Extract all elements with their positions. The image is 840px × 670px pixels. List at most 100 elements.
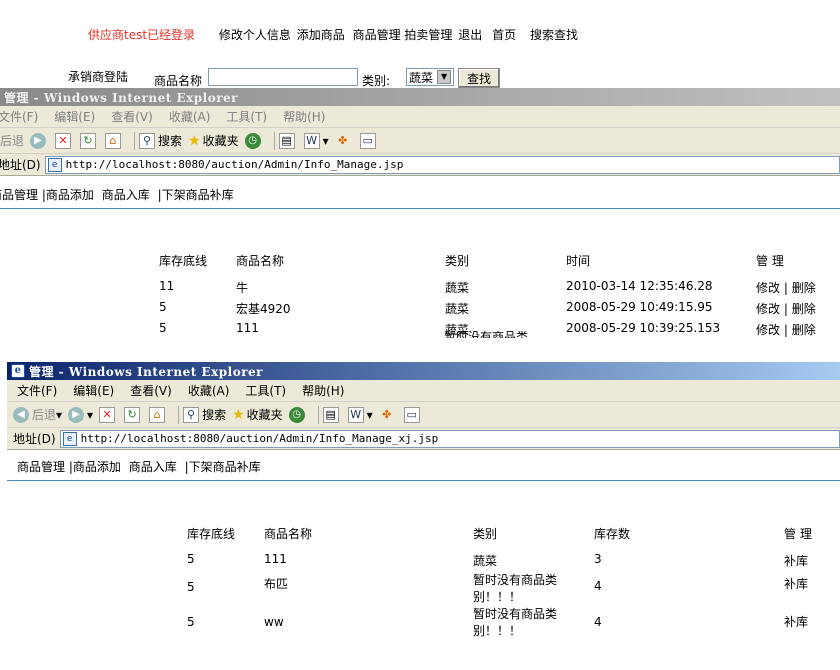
refresh-icon: ↻: [124, 406, 141, 423]
delete-link[interactable]: 删除: [792, 302, 816, 316]
research-button[interactable]: ▭: [403, 406, 423, 423]
restock-link[interactable]: 补库: [784, 577, 808, 591]
menu-edit[interactable]: 编辑(E): [54, 108, 95, 125]
search-button[interactable]: 查找: [458, 68, 501, 88]
menu-tools[interactable]: 工具(T): [226, 108, 267, 125]
messenger-button[interactable]: ✤: [379, 407, 398, 423]
back-button[interactable]: 后退: [0, 132, 24, 149]
history-icon: ◷: [244, 132, 261, 149]
refresh-button[interactable]: ↻: [124, 406, 143, 423]
stop-button[interactable]: ✕: [55, 132, 74, 149]
nav-home[interactable]: 首页: [492, 28, 516, 42]
delete-link[interactable]: 删除: [792, 323, 816, 337]
research-button[interactable]: ▭: [359, 132, 379, 149]
menu-help[interactable]: 帮助(H): [283, 108, 325, 125]
table-row: 11 牛 蔬菜 2010-03-14 12:35:46.28 修改 | 删除: [159, 279, 816, 300]
nav-goods-add[interactable]: |商品添加: [42, 188, 94, 202]
history-button[interactable]: ◷: [244, 132, 264, 149]
address-input[interactable]: e http://localhost:8080/auction/Admin/In…: [59, 429, 840, 448]
cell-min: 5: [187, 580, 195, 594]
nav-search[interactable]: 搜索查找: [530, 28, 578, 42]
name-input[interactable]: [208, 68, 358, 86]
cell-time: 2008-05-29 10:39:25.153: [566, 321, 721, 335]
favorites-button[interactable]: ★ 收藏夹: [232, 406, 283, 423]
cell-time: 2008-05-29 10:49:15.95: [566, 300, 713, 314]
window-titlebar[interactable]: 管理 - Windows Internet Explorer: [0, 88, 840, 106]
messenger-icon: ✤: [338, 134, 348, 147]
back-button[interactable]: ◀ 后退 ▾: [13, 406, 62, 423]
restock-link[interactable]: 补库: [784, 615, 808, 629]
goods-table: 库存底线 商品名称 类别 时间 管 理 11 牛 蔬菜 2010-03-14 1…: [159, 252, 816, 342]
nav-divider: [0, 208, 840, 209]
menu-favorites[interactable]: 收藏(A): [169, 108, 211, 125]
favorites-button[interactable]: ★ 收藏夹: [188, 132, 239, 149]
search-toolbar-button[interactable]: ⚲ 搜索: [183, 406, 226, 423]
nav-goods-stock-in[interactable]: 商品入库: [129, 460, 177, 474]
print-button[interactable]: ▤: [278, 132, 298, 149]
nav-goods-manage[interactable]: 商品管理: [353, 28, 401, 42]
nav-logout[interactable]: 退出: [458, 28, 482, 42]
window-titlebar[interactable]: e 管理 - Windows Internet Explorer: [7, 362, 840, 380]
forward-button[interactable]: ▶: [30, 132, 49, 149]
menu-tools[interactable]: 工具(T): [245, 382, 286, 399]
word-button[interactable]: W ▾: [303, 132, 329, 149]
forward-button[interactable]: ▶ ▾: [68, 406, 93, 423]
table-row: 5 111 蔬菜 3 补库: [187, 552, 812, 572]
restock-link[interactable]: 补库: [784, 554, 808, 568]
nav-goods-add[interactable]: |商品添加: [69, 460, 121, 474]
forward-icon: ▶: [30, 132, 47, 149]
window-title: 管理 - Windows Internet Explorer: [29, 364, 263, 379]
search-toolbar-button[interactable]: ⚲ 搜索: [139, 132, 182, 149]
table-row: 5 布匹 暂时没有商品类 别！！！ 4 补库: [187, 572, 812, 606]
address-input[interactable]: e http://localhost:8080/auction/Admin/In…: [44, 155, 840, 174]
cell-name: 牛: [236, 281, 249, 295]
research-icon: ▭: [359, 132, 376, 149]
stop-icon: ✕: [99, 406, 116, 423]
nav-goods-stock-in[interactable]: 商品入库: [102, 188, 150, 202]
edit-link[interactable]: 修改: [756, 302, 780, 316]
nav-restock[interactable]: |下架商品补库: [158, 188, 234, 202]
menu-favorites[interactable]: 收藏(A): [188, 382, 230, 399]
nav-restock[interactable]: |下架商品补库: [185, 460, 261, 474]
address-label: 地址(D): [0, 158, 41, 172]
toolbar-separator: [317, 405, 319, 424]
cell-manage: 修改 | 删除: [756, 302, 816, 316]
menu-edit[interactable]: 编辑(E): [73, 382, 114, 399]
edit-link[interactable]: 修改: [756, 281, 780, 295]
ie-window-info-manage-xj: e 管理 - Windows Internet Explorer 文件(F) 编…: [6, 362, 840, 670]
url-text: http://localhost:8080/auction/Admin/Info…: [65, 158, 404, 171]
research-icon: ▭: [403, 406, 420, 423]
nav-goods-manage[interactable]: 商品管理: [17, 460, 65, 474]
menu-file[interactable]: 文件(F): [0, 108, 38, 125]
history-button[interactable]: ◷: [288, 406, 308, 423]
word-icon: W: [303, 132, 320, 149]
nav-add-goods[interactable]: 添加商品: [297, 28, 345, 42]
category-select[interactable]: 蔬菜 ▼: [406, 68, 455, 86]
favorites-label: 收藏夹: [246, 408, 283, 422]
delete-link[interactable]: 删除: [792, 281, 816, 295]
nav-auction-manage[interactable]: 拍卖管理: [404, 28, 452, 42]
stop-button[interactable]: ✕: [99, 406, 118, 423]
menu-help[interactable]: 帮助(H): [302, 382, 344, 399]
magnifier-icon: ⚲: [139, 132, 156, 149]
menu-view[interactable]: 查看(V): [130, 382, 172, 399]
nav-goods-manage[interactable]: 商品管理: [0, 188, 38, 202]
admin-nav: 商品管理 |商品添加 商品入库 |下架商品补库: [15, 458, 261, 475]
stop-icon: ✕: [55, 132, 72, 149]
home-button[interactable]: ⌂: [149, 406, 168, 423]
home-button[interactable]: ⌂: [105, 132, 124, 149]
word-button[interactable]: W ▾: [347, 406, 373, 423]
refresh-button[interactable]: ↻: [80, 132, 99, 149]
edit-link[interactable]: 修改: [756, 323, 780, 337]
messenger-button[interactable]: ✤: [335, 133, 354, 149]
col-name: 商品名称: [236, 254, 285, 268]
menu-bar: 文件(F) 编辑(E) 查看(V) 收藏(A) 工具(T) 帮助(H): [0, 106, 840, 128]
menu-file[interactable]: 文件(F): [17, 382, 57, 399]
nav-edit-profile[interactable]: 修改个人信息: [219, 28, 291, 42]
print-button[interactable]: ▤: [322, 406, 342, 423]
menu-view[interactable]: 查看(V): [111, 108, 153, 125]
cell-category: 蔬菜: [445, 281, 470, 295]
cell-stock: 4: [594, 615, 602, 629]
home-icon: ⌂: [149, 406, 166, 423]
word-icon: W: [347, 406, 364, 423]
